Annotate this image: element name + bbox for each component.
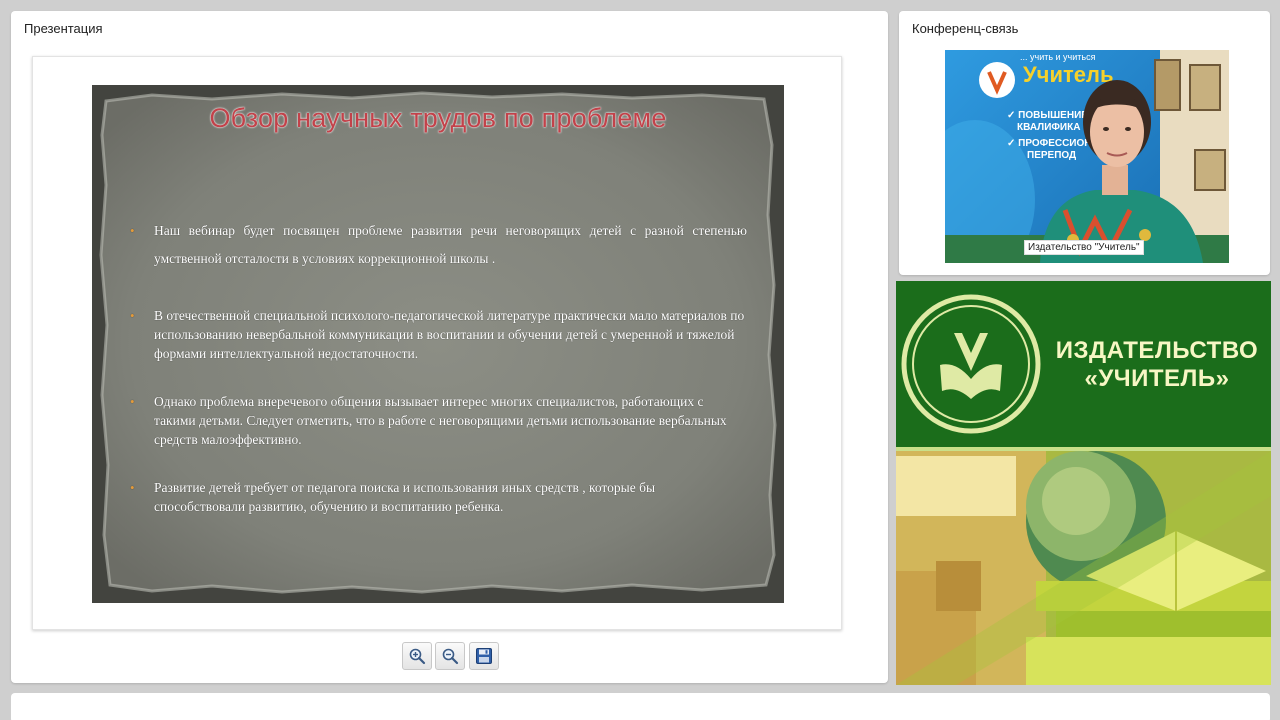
slide-bullet: • Наш вебинар будет посвящен проблеме ра…	[130, 217, 747, 273]
slide-bullet: • Развитие детей требует от педагога пои…	[130, 478, 747, 516]
bullet-text: Однако проблема внеречевого общения вызы…	[154, 394, 727, 447]
bullet-icon: •	[130, 394, 135, 409]
bullet-text: В отечественной специальной психолого-пе…	[154, 308, 745, 361]
slide-frame: Обзор научных трудов по проблеме • Наш в…	[32, 56, 842, 630]
backdrop-top-text: ... учить и учиться	[1020, 52, 1096, 62]
bullet-icon: •	[130, 308, 135, 323]
presentation-panel-title: Презентация	[24, 21, 103, 36]
slide-title: Обзор научных трудов по проблеме	[209, 103, 667, 133]
floppy-disk-icon	[476, 648, 492, 664]
slide-bullet: • В отечественной специальной психолого-…	[130, 306, 747, 363]
zoom-out-icon	[442, 648, 459, 665]
publisher-name-line2: «УЧИТЕЛЬ»	[1084, 365, 1230, 392]
save-button[interactable]	[469, 642, 499, 670]
publisher-name-line1: ИЗДАТЕЛЬСТВО	[1055, 337, 1259, 364]
zoom-out-button[interactable]	[435, 642, 465, 670]
backdrop-item-text: ✓ ПОВЫШЕНИЕ	[1007, 110, 1088, 121]
slide-bullet: • Однако проблема внеречевого общения вы…	[130, 392, 747, 449]
bullet-icon: •	[130, 480, 135, 495]
bullet-text: Наш вебинар будет посвящен проблеме разв…	[154, 223, 747, 266]
slide: Обзор научных трудов по проблеме • Наш в…	[92, 85, 784, 603]
video-feed[interactable]: Учитель ... учить и учиться ✓ ПОВЫШЕНИЕ …	[945, 50, 1229, 263]
zoom-in-button[interactable]	[402, 642, 432, 670]
publisher-name: ИЗДАТЕЛЬСТВО «УЧИТЕЛЬ»	[1052, 337, 1262, 393]
publisher-banner[interactable]: ИЗДАТЕЛЬСТВО «УЧИТЕЛЬ»	[896, 281, 1271, 685]
backdrop-logo-text: Учитель	[1023, 62, 1114, 87]
video-scene: Учитель ... учить и учиться ✓ ПОВЫШЕНИЕ …	[945, 50, 1229, 263]
video-participant-label: Издательство "Учитель"	[1024, 240, 1144, 255]
backdrop-item-text: ПЕРЕПОД	[1027, 150, 1076, 161]
backdrop-item-text: ✓ ПРОФЕССИОН	[1007, 138, 1092, 149]
conference-panel: Конференц-связь Учитель ... учить и учит…	[899, 11, 1270, 275]
zoom-in-icon	[409, 648, 426, 665]
conference-panel-title: Конференц-связь	[912, 21, 1019, 36]
presentation-panel: Презентация Обзор научных трудов по проб…	[11, 11, 888, 683]
bullet-icon: •	[130, 223, 135, 238]
bottom-bar	[11, 693, 1270, 720]
backdrop-item-text: КВАЛИФИКА	[1017, 122, 1080, 133]
bullet-text: Развитие детей требует от педагога поиск…	[154, 480, 656, 514]
